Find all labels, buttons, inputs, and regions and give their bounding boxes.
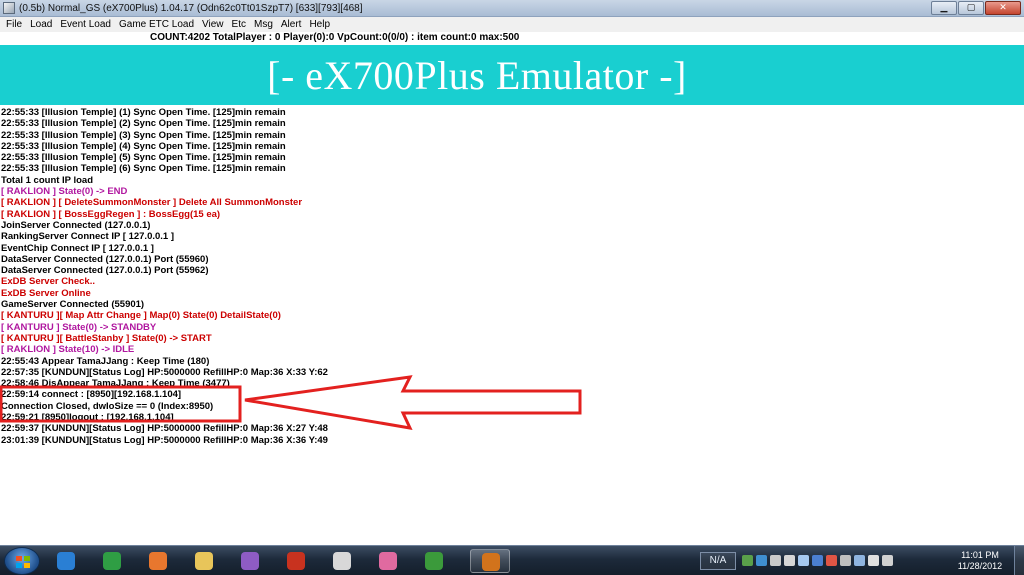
visual-studio-icon [241, 552, 259, 570]
menu-file[interactable]: File [2, 19, 26, 30]
log-line: JoinServer Connected (127.0.0.1) [1, 219, 151, 231]
game-server-icon [482, 553, 500, 571]
taskbar-chrome-button[interactable] [92, 549, 132, 573]
log-line: [ RAKLION ] State(10) -> IDLE [1, 344, 135, 356]
menu-msg[interactable]: Msg [250, 19, 277, 30]
menu-alert[interactable]: Alert [277, 19, 306, 30]
minimize-button[interactable]: ▁ [931, 1, 957, 15]
taskbar-firefox-button[interactable] [138, 549, 178, 573]
show-desktop-button[interactable] [1014, 546, 1024, 575]
log-line: EventChip Connect IP [ 127.0.0.1 ] [1, 242, 154, 254]
log-line: 22:59:21 [8950]logout : [192.168.1.104] [1, 412, 174, 424]
menu-etc[interactable]: Etc [228, 19, 250, 30]
taskbar: N/A 11:01 PM 11/28/2012 [0, 545, 1024, 575]
log-line: 22:57:35 [KUNDUN][Status Log] HP:5000000… [1, 366, 328, 378]
menu-bar: File Load Event Load Game ETC Load View … [0, 17, 1024, 32]
tray-app-icon[interactable] [784, 555, 795, 566]
log-line: 22:58:46 DisAppear TamaJJang : Keep Time… [1, 378, 230, 390]
log-line: 22:55:33 [Illusion Temple] (4) Sync Open… [1, 140, 286, 152]
tray-sync-icon[interactable] [756, 555, 767, 566]
taskbar-network-globe-button[interactable] [414, 549, 454, 573]
tray-language-indicator[interactable]: N/A [700, 552, 736, 570]
log-line: ExDB Server Check.. [1, 276, 95, 288]
log-line: GameServer Connected (55901) [1, 299, 145, 311]
taskbar-flash-button[interactable] [276, 549, 316, 573]
tray-flag-icon[interactable] [826, 555, 837, 566]
window-controls: ▁ ▢ ✕ [931, 1, 1021, 15]
flash-icon [287, 552, 305, 570]
system-tray [742, 555, 893, 566]
log-line: 22:55:43 Appear TamaJJang : Keep Time (1… [1, 355, 210, 367]
title-bar: (0.5b) Normal_GS (eX700Plus) 1.04.17 (Od… [0, 0, 1024, 17]
tray-bluetooth-icon[interactable] [812, 555, 823, 566]
internet-explorer-icon [57, 552, 75, 570]
server-status-text: COUNT:4202 TotalPlayer : 0 Player(0):0 V… [150, 32, 520, 43]
taskbar-visual-studio-button[interactable] [230, 549, 270, 573]
menu-load[interactable]: Load [26, 19, 56, 30]
clock-date: 11/28/2012 [957, 561, 1003, 571]
menu-view[interactable]: View [198, 19, 228, 30]
start-button[interactable] [4, 547, 40, 575]
tray-volume-icon[interactable] [868, 555, 879, 566]
taskbar-internet-explorer-button[interactable] [46, 549, 86, 573]
log-line: 22:55:33 [Illusion Temple] (1) Sync Open… [1, 107, 286, 118]
window-title: (0.5b) Normal_GS (eX700Plus) 1.04.17 (Od… [19, 2, 363, 14]
menu-help[interactable]: Help [305, 19, 334, 30]
log-line: [ RAKLION ] [ DeleteSummonMonster ] Dele… [1, 197, 303, 209]
log-line: 22:55:33 [Illusion Temple] (2) Sync Open… [1, 118, 286, 130]
file-explorer-icon [195, 552, 213, 570]
log-line: [ KANTURU ][ BattleStanby ] State(0) -> … [1, 332, 212, 344]
log-line: Total 1 count IP load [1, 174, 94, 186]
network-globe-icon [425, 552, 443, 570]
app-icon-grid [333, 552, 351, 570]
close-button[interactable]: ✕ [985, 1, 1021, 15]
log-line: Connection Closed, dwIoSize == 0 (Index:… [1, 400, 214, 412]
clock-time: 11:01 PM [961, 550, 999, 560]
log-line: RankingServer Connect IP [ 127.0.0.1 ] [1, 231, 175, 243]
emulator-banner: [- eX700Plus Emulator -] [0, 45, 1024, 105]
taskbar-paint-button[interactable] [368, 549, 408, 573]
taskbar-game-server-button[interactable] [470, 549, 510, 573]
status-line: COUNT:4202 TotalPlayer : 0 Player(0):0 V… [0, 32, 1024, 45]
log-line: ExDB Server Online [1, 287, 91, 299]
tray-security-icon[interactable] [798, 555, 809, 566]
taskbar-app-icon-grid-button[interactable] [322, 549, 362, 573]
taskbar-clock[interactable]: 11:01 PM 11/28/2012 [950, 550, 1010, 572]
tray-usb-icon[interactable] [770, 555, 781, 566]
log-line: 23:01:39 [KUNDUN][Status Log] HP:5000000… [1, 434, 328, 446]
menu-event-load[interactable]: Event Load [56, 19, 115, 30]
log-line: 22:55:33 [Illusion Temple] (3) Sync Open… [1, 129, 286, 141]
tray-monitor-icon[interactable] [854, 555, 865, 566]
tray-signal-icon[interactable] [840, 555, 851, 566]
log-line: [ RAKLION ] [ BossEggRegen ] : BossEgg(1… [1, 208, 221, 220]
log-line: DataServer Connected (127.0.0.1) Port (5… [1, 265, 209, 277]
firefox-icon [149, 552, 167, 570]
tray-battery-icon[interactable] [882, 555, 893, 566]
log-line: [ RAKLION ] State(0) -> END [1, 186, 128, 198]
log-line: 22:59:37 [KUNDUN][Status Log] HP:5000000… [1, 423, 328, 435]
log-line: 22:55:33 [Illusion Temple] (5) Sync Open… [1, 152, 286, 164]
log-line: [ KANTURU ][ Map Attr Change ] Map(0) St… [1, 310, 281, 322]
menu-game-etc-load[interactable]: Game ETC Load [115, 19, 198, 30]
server-log: 22:55:33 [Illusion Temple] (1) Sync Open… [1, 107, 701, 446]
log-line: 22:59:14 connect : [8950][192.168.1.104] [1, 389, 182, 401]
taskbar-file-explorer-button[interactable] [184, 549, 224, 573]
tray-network-icon[interactable] [742, 555, 753, 566]
log-line: DataServer Connected (127.0.0.1) Port (5… [1, 253, 209, 265]
paint-icon [379, 552, 397, 570]
log-line: [ KANTURU ] State(0) -> STANDBY [1, 321, 157, 333]
maximize-button[interactable]: ▢ [958, 1, 984, 15]
banner-title: [- eX700Plus Emulator -] [267, 52, 687, 98]
chrome-icon [103, 552, 121, 570]
app-icon [3, 2, 15, 14]
log-line: 22:55:33 [Illusion Temple] (6) Sync Open… [1, 163, 286, 175]
